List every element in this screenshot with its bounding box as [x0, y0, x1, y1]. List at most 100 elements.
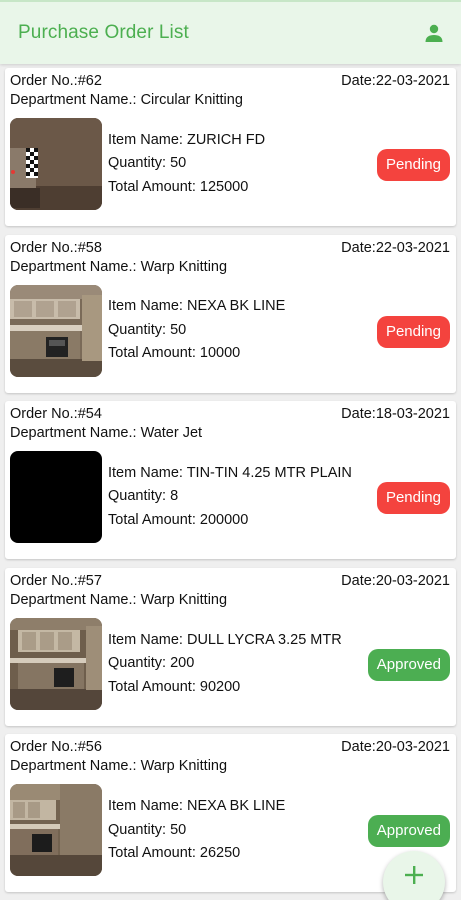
quantity-value: 8 — [170, 488, 179, 505]
item-name-value: NEXA BK LINE — [186, 798, 286, 815]
item-image — [10, 284, 102, 377]
item-details: Item Name: DULL LYCRA 3.25 MTR Quantity:… — [108, 629, 342, 700]
order-card[interactable]: Order No.:#57 Date:20-03-2021 Department… — [5, 567, 456, 726]
total-amount-label: Total Amount: — [108, 678, 200, 695]
item-name: Item Name: ZURICH FD — [108, 129, 265, 153]
order-date-label: Date: — [341, 239, 376, 256]
status-badge[interactable]: Approved — [367, 648, 450, 681]
order-date: Date:22-03-2021 — [341, 239, 450, 258]
item-details: Item Name: NEXA BK LINE Quantity: 50 Tot… — [108, 795, 285, 866]
department-label: Department Name.: — [10, 591, 141, 608]
quantity-label: Quantity: — [108, 321, 171, 338]
status-badge[interactable]: Pending — [376, 482, 450, 515]
department-label: Department Name.: — [10, 758, 141, 775]
order-date-label: Date: — [341, 739, 376, 756]
item-image — [10, 617, 102, 710]
total-amount: Total Amount: 10000 — [108, 342, 285, 366]
total-amount-label: Total Amount: — [108, 345, 200, 362]
item-image — [10, 118, 102, 210]
total-amount: Total Amount: 26250 — [108, 842, 285, 866]
item-image — [10, 784, 102, 877]
app-bar: Purchase Order List — [0, 0, 461, 64]
order-date-value: 22-03-2021 — [375, 239, 450, 256]
order-date-value: 18-03-2021 — [375, 406, 450, 423]
quantity: Quantity: 50 — [108, 819, 285, 843]
item-name-label: Item Name: — [108, 631, 187, 648]
department: Department Name.: Warp Knitting — [10, 258, 450, 276]
department-value: Warp Knitting — [140, 258, 228, 275]
department-label: Department Name.: — [10, 258, 141, 275]
order-number-label: Order No.: — [10, 239, 78, 256]
order-card[interactable]: Order No.:#58 Date:22-03-2021 Department… — [5, 234, 456, 393]
quantity-label: Quantity: — [108, 155, 171, 172]
item-name-label: Item Name: — [108, 464, 187, 481]
plus-icon — [404, 865, 424, 890]
order-number-label: Order No.: — [10, 572, 78, 589]
item-image — [10, 451, 102, 544]
order-card[interactable]: Order No.:#62 Date:22-03-2021 Department… — [5, 68, 456, 226]
quantity-value: 50 — [170, 821, 187, 838]
item-name: Item Name: NEXA BK LINE — [108, 295, 285, 319]
order-date-label: Date: — [341, 73, 376, 89]
department: Department Name.: Water Jet — [10, 424, 450, 442]
person-icon[interactable] — [423, 22, 445, 44]
quantity: Quantity: 8 — [108, 485, 352, 509]
order-date-value: 22-03-2021 — [375, 73, 450, 89]
total-amount-label: Total Amount: — [108, 178, 200, 195]
order-card[interactable]: Order No.:#54 Date:18-03-2021 Department… — [5, 401, 456, 560]
order-date: Date:20-03-2021 — [341, 572, 450, 591]
total-amount: Total Amount: 90200 — [108, 676, 342, 700]
order-date-value: 20-03-2021 — [375, 739, 450, 756]
total-amount-label: Total Amount: — [108, 845, 200, 862]
item-name: Item Name: NEXA BK LINE — [108, 795, 285, 819]
item-name: Item Name: TIN-TIN 4.25 MTR PLAIN — [108, 462, 352, 486]
item-name-value: DULL LYCRA 3.25 MTR — [186, 631, 342, 648]
department: Department Name.: Circular Knitting — [10, 91, 450, 109]
order-date: Date:20-03-2021 — [341, 738, 450, 757]
quantity-value: 50 — [170, 155, 187, 172]
quantity-value: 50 — [170, 321, 187, 338]
item-name-label: Item Name: — [108, 298, 187, 315]
quantity-label: Quantity: — [108, 488, 171, 505]
department: Department Name.: Warp Knitting — [10, 591, 450, 609]
department-value: Circular Knitting — [140, 92, 243, 108]
order-date-label: Date: — [341, 406, 376, 423]
order-number: Order No.:#56 — [10, 738, 102, 757]
order-number: Order No.:#54 — [10, 405, 102, 424]
order-number-value: #54 — [77, 406, 102, 423]
quantity-label: Quantity: — [108, 821, 171, 838]
quantity: Quantity: 50 — [108, 152, 265, 176]
order-number: Order No.:#57 — [10, 572, 102, 591]
total-amount-value: 125000 — [199, 178, 249, 195]
order-number: Order No.:#62 — [10, 72, 102, 91]
order-date: Date:18-03-2021 — [341, 405, 450, 424]
page-title: Purchase Order List — [18, 22, 189, 43]
item-name-label: Item Name: — [108, 798, 187, 815]
total-amount-value: 90200 — [199, 678, 241, 695]
department: Department Name.: Warp Knitting — [10, 757, 450, 775]
item-details: Item Name: TIN-TIN 4.25 MTR PLAIN Quanti… — [108, 462, 352, 533]
quantity: Quantity: 200 — [108, 652, 342, 676]
total-amount-value: 26250 — [199, 845, 241, 862]
department-value: Warp Knitting — [140, 591, 228, 608]
order-number-value: #56 — [77, 739, 102, 756]
quantity: Quantity: 50 — [108, 319, 285, 343]
total-amount: Total Amount: 200000 — [108, 509, 352, 533]
department-label: Department Name.: — [10, 425, 141, 442]
order-number-label: Order No.: — [10, 739, 78, 756]
order-number-value: #62 — [77, 73, 102, 89]
item-name: Item Name: DULL LYCRA 3.25 MTR — [108, 629, 342, 653]
order-list: Order No.:#62 Date:22-03-2021 Department… — [5, 68, 456, 900]
status-badge[interactable]: Pending — [376, 315, 450, 348]
status-badge[interactable]: Approved — [367, 815, 450, 848]
total-amount: Total Amount: 125000 — [108, 176, 265, 200]
status-badge[interactable]: Pending — [376, 149, 450, 181]
department-value: Water Jet — [140, 425, 203, 442]
item-details: Item Name: ZURICH FD Quantity: 50 Total … — [108, 129, 265, 200]
quantity-label: Quantity: — [108, 655, 171, 672]
item-name-label: Item Name: — [108, 131, 187, 148]
total-amount-value: 10000 — [199, 345, 241, 362]
item-name-value: TIN-TIN 4.25 MTR PLAIN — [186, 464, 352, 481]
department-value: Warp Knitting — [140, 758, 228, 775]
order-number-value: #57 — [77, 572, 102, 589]
